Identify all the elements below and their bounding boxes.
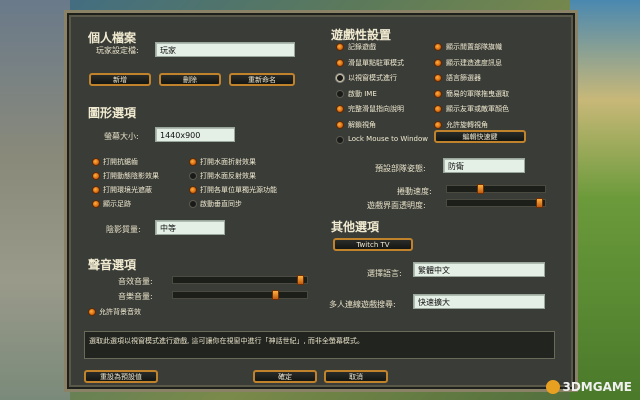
rename-profile-button[interactable]: 重新命名 — [229, 73, 295, 86]
gameplay-option-label: 以視窗模式進行 — [348, 74, 397, 82]
graphics-option-checkbox[interactable] — [92, 200, 100, 208]
twitch-tv-button[interactable]: Twitch TV — [333, 238, 413, 251]
delete-profile-button[interactable]: 刪除 — [159, 73, 221, 86]
music-volume-label: 音樂音量: — [118, 292, 153, 301]
gameplay-option-checkbox[interactable] — [336, 136, 344, 144]
unit-stance-label: 預設部隊姿態: — [375, 164, 426, 173]
graphics-option-checkbox[interactable] — [189, 158, 197, 166]
gameplay-option-label: 簡易的軍隊拖曳選取 — [446, 89, 509, 98]
profile-section-title: 個人檔案 — [88, 31, 137, 45]
new-profile-button[interactable]: 新增 — [89, 73, 151, 86]
gameplay-option-label: Lock Mouse to Window — [348, 135, 428, 143]
gameplay-option-checkbox[interactable] — [336, 120, 344, 129]
gameplay-option-label: 允許旋轉視角 — [446, 120, 488, 129]
gameplay-option-label: 滑鼠單點駐軍模式 — [348, 58, 404, 67]
graphics-option-checkbox[interactable] — [92, 172, 100, 180]
gameplay-option-checkbox[interactable] — [434, 43, 442, 51]
graphics-option-label: 打開動態陰影效果 — [103, 172, 159, 180]
reset-defaults-button[interactable]: 重設為預設值 — [84, 370, 158, 383]
background-audio-checkbox[interactable] — [88, 308, 96, 316]
gameplay-option-label: 記錄遊戲 — [348, 43, 376, 51]
gameplay-option-checkbox[interactable] — [336, 58, 344, 67]
player-profile-field[interactable]: 玩家 — [155, 42, 295, 57]
ui-transparency-slider[interactable] — [446, 198, 546, 208]
gameplay-option-checkbox[interactable] — [434, 89, 442, 98]
graphics-option-label: 打開水面反射效果 — [200, 172, 256, 180]
sfx-volume-label: 音效音量: — [118, 277, 153, 286]
background-left — [0, 0, 70, 400]
background-right — [570, 0, 640, 400]
graphics-section-title: 圖形選項 — [88, 106, 137, 120]
watermark-logo-icon — [546, 380, 561, 394]
ui-transparency-thumb[interactable] — [536, 198, 543, 208]
gameplay-option-label: 完整滑鼠指向說明 — [348, 105, 404, 113]
other-section-title: 其他選項 — [331, 220, 380, 234]
graphics-option-checkbox[interactable] — [189, 172, 197, 180]
option-description: 選取此選項以視窗模式進行遊戲, 這可讓你在視窗中進行「神話世紀」, 而非全螢幕模… — [84, 331, 555, 359]
screen-size-field[interactable]: 1440x900 — [155, 127, 235, 142]
gameplay-option-label: 啟動 IME — [348, 89, 377, 98]
graphics-option-label: 打開抗鋸齒 — [103, 158, 138, 166]
gameplay-option-label: 解鎖視角 — [348, 120, 376, 129]
scroll-speed-slider[interactable] — [446, 184, 546, 194]
sound-section-title: 聲音選項 — [88, 258, 137, 272]
sfx-volume-thumb[interactable] — [297, 275, 304, 285]
unit-stance-field[interactable]: 防衛 — [443, 158, 525, 173]
gameplay-option-label: 顯示建造進度訊息 — [446, 58, 502, 67]
language-label: 選擇語言: — [367, 269, 402, 278]
graphics-option-label: 打開環境光遮蔽 — [103, 186, 152, 194]
gameplay-option-checkbox[interactable] — [336, 89, 344, 98]
graphics-option-label: 打開各單位單獨光源功能 — [200, 186, 277, 194]
multiplayer-search-field[interactable]: 快速擴大 — [413, 294, 545, 309]
edit-hotkeys-button[interactable]: 編輯快速鍵 — [434, 130, 526, 143]
graphics-option-label: 啟動垂直同步 — [200, 200, 242, 208]
graphics-option-checkbox[interactable] — [189, 200, 197, 208]
gameplay-option-checkbox[interactable] — [434, 74, 442, 82]
gameplay-option-label: 語言篩選器 — [446, 74, 481, 82]
ui-transparency-label: 遊戲界面透明度: — [367, 201, 426, 210]
shadow-quality-field[interactable]: 中等 — [155, 220, 225, 235]
watermark: 3DMGAME — [546, 379, 632, 394]
watermark-text: 3DMGAME — [562, 379, 632, 394]
scroll-speed-label: 捲動速度: — [397, 187, 432, 196]
ok-button[interactable]: 確定 — [253, 370, 317, 383]
graphics-option-label: 顯示足跡 — [103, 200, 131, 208]
gameplay-option-checkbox[interactable] — [434, 120, 442, 129]
music-volume-slider[interactable] — [172, 290, 308, 300]
gameplay-option-label: 顯示閒置部隊旗幟 — [446, 43, 502, 51]
graphics-option-checkbox[interactable] — [92, 158, 100, 166]
sfx-volume-slider[interactable] — [172, 275, 308, 285]
shadow-quality-label: 陰影質量: — [106, 225, 141, 234]
graphics-option-checkbox[interactable] — [189, 186, 197, 194]
gameplay-section-title: 遊戲性設置 — [331, 28, 392, 42]
graphics-option-checkbox[interactable] — [92, 186, 100, 194]
graphics-option-label: 打開水面折射效果 — [200, 158, 256, 166]
cancel-button[interactable]: 取消 — [324, 370, 388, 383]
background-audio-label: 允許背景音效 — [99, 308, 141, 316]
language-field[interactable]: 繁體中文 — [413, 262, 545, 277]
gameplay-option-checkbox[interactable] — [434, 105, 442, 113]
gameplay-option-checkbox[interactable] — [336, 74, 344, 82]
gameplay-option-checkbox[interactable] — [434, 58, 442, 67]
gameplay-option-checkbox[interactable] — [336, 43, 344, 51]
gameplay-option-label: 顯示友軍或敵軍顏色 — [446, 105, 509, 113]
player-profile-label: 玩家設定檔: — [96, 46, 139, 55]
scroll-speed-thumb[interactable] — [477, 184, 484, 194]
gameplay-option-checkbox[interactable] — [336, 105, 344, 113]
screen-size-label: 螢幕大小: — [104, 132, 139, 141]
music-volume-thumb[interactable] — [272, 290, 279, 300]
multiplayer-search-label: 多人連線遊戲搜尋: — [329, 300, 396, 309]
